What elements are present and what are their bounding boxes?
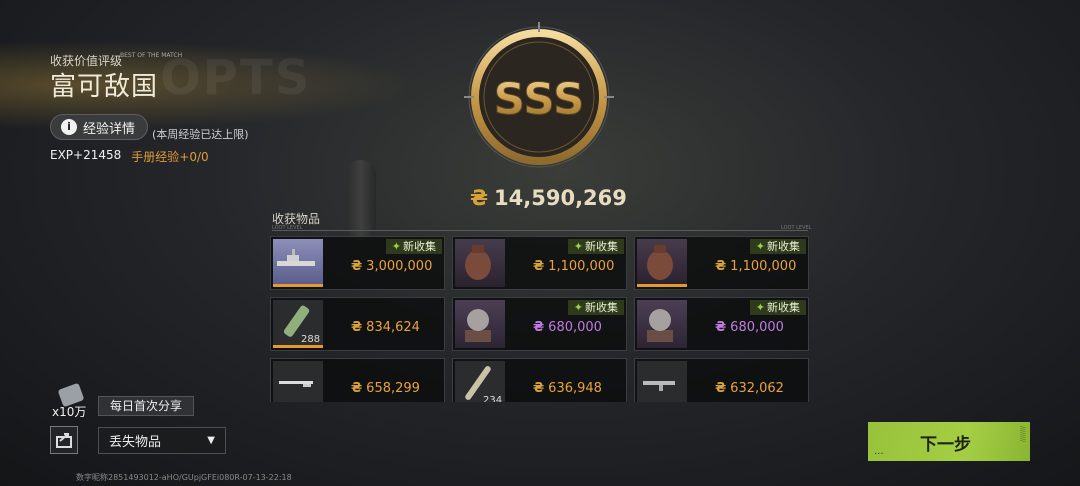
dropdown-selected: 丢失物品 — [109, 435, 162, 450]
loot-item[interactable]: 288 ₴ 834,624 — [270, 297, 445, 351]
rating-title: 富可敌国 — [50, 72, 159, 102]
share-icon — [56, 433, 72, 448]
daily-share-badge: 每日首次分享 — [98, 396, 194, 416]
exp-details-button[interactable]: i 经验详情 — [50, 114, 148, 140]
item-quantity: 288 — [301, 334, 321, 345]
footer-id: 数字昵称2851493012-aHO/GUpjGFEi080R-07-13-22… — [76, 473, 292, 482]
coin-icon: ₴ — [351, 320, 363, 335]
total-value: ₴ 14,590,269 — [470, 186, 627, 210]
coin-icon: ₴ — [533, 259, 545, 274]
coin-icon: ₴ — [351, 259, 363, 274]
item-quantity: 234 — [483, 395, 503, 402]
new-collection-tag: ✦ 新收集 — [385, 239, 442, 254]
lost-items-dropdown[interactable]: 丢失物品 ▼ — [98, 427, 226, 454]
new-collection-tag: ✦ 新收集 — [567, 239, 624, 254]
coin-icon: ₴ — [715, 320, 727, 335]
background-watermark: OPTS — [160, 50, 312, 106]
caret-down-icon: ▼ — [207, 435, 215, 446]
loot-item[interactable]: ✦ 新收集 ₴ 1,100,000 — [452, 236, 627, 290]
new-collection-tag: ✦ 新收集 — [749, 239, 806, 254]
section-divider — [272, 230, 808, 231]
vase-thumb — [637, 239, 687, 287]
loot-item[interactable]: ✦ 新收集 ₴ 680,000 — [452, 297, 627, 351]
item-price: 1,100,000 — [548, 259, 615, 274]
loot-item[interactable]: 234 ₴ 636,948 — [452, 358, 627, 402]
info-icon: i — [61, 119, 77, 135]
item-price: 834,624 — [366, 320, 420, 335]
coin-icon: ₴ — [351, 381, 363, 396]
lion-statue-thumb — [637, 300, 687, 348]
item-price: 632,062 — [730, 381, 784, 396]
total-value-number: 14,590,269 — [494, 186, 627, 210]
exp-gain: EXP+21458 — [50, 148, 122, 162]
next-step-label: 下一步 — [920, 435, 971, 455]
loot-item[interactable]: ₴ 658,299 — [270, 358, 445, 402]
coin-icon: ₴ — [715, 259, 727, 274]
item-price: 636,948 — [548, 381, 602, 396]
loot-item[interactable]: ₴ 632,062 — [634, 358, 809, 402]
loot-item[interactable]: ✦ 新收集 ₴ 3,000,000 — [270, 236, 445, 290]
coin-icon: ₴ — [470, 186, 489, 210]
item-price: 658,299 — [366, 381, 420, 396]
grade-emblem: SSS — [464, 22, 614, 168]
item-price: 680,000 — [730, 320, 784, 335]
coin-icon: ₴ — [533, 320, 545, 335]
grade-text: SSS — [493, 74, 584, 125]
loot-grid: ✦ 新收集 ₴ 3,000,000 ✦ 新收集 ₴ 1,100,000 ✦ 新收集 ₴ 1,… — [270, 236, 810, 402]
loot-item[interactable]: ✦ 新收集 ₴ 1,100,000 — [634, 236, 809, 290]
stripes-decoration: //////// — [1019, 426, 1026, 443]
new-collection-tag: ✦ 新收集 — [567, 300, 624, 315]
section-mini-left: LOOT LEVEL — [272, 225, 303, 231]
assault-rifle-thumb — [637, 361, 687, 402]
vase-thumb — [455, 239, 505, 287]
share-bonus-qty: x10万 — [52, 405, 87, 419]
item-price: 3,000,000 — [366, 259, 433, 274]
new-collection-tag: ✦ 新收集 — [749, 300, 806, 315]
rating-mini-note: BEST OF THE MATCH — [120, 52, 183, 59]
coin-icon: ₴ — [715, 381, 727, 396]
item-price: 1,100,000 — [730, 259, 797, 274]
section-mini-right: LOOT LEVEL — [781, 225, 812, 231]
dots-icon: ... — [874, 446, 884, 457]
coin-icon: ₴ — [533, 381, 545, 396]
warship-thumb — [273, 239, 323, 287]
exp-limit-note: (本周经验已达上限) — [152, 128, 249, 141]
background-shell — [346, 160, 376, 240]
loot-item[interactable]: ✦ 新收集 ₴ 680,000 — [634, 297, 809, 351]
rifle-thumb — [273, 361, 323, 402]
next-step-button[interactable]: ... 下一步 //////// — [868, 422, 1030, 461]
exp-details-label: 经验详情 — [83, 121, 136, 137]
share-button[interactable] — [50, 426, 78, 454]
exp-line: EXP+21458 手册经验+0/0 — [50, 148, 209, 165]
manual-exp: 手册经验+0/0 — [131, 150, 209, 164]
item-price: 680,000 — [548, 320, 602, 335]
lion-statue-thumb — [455, 300, 505, 348]
